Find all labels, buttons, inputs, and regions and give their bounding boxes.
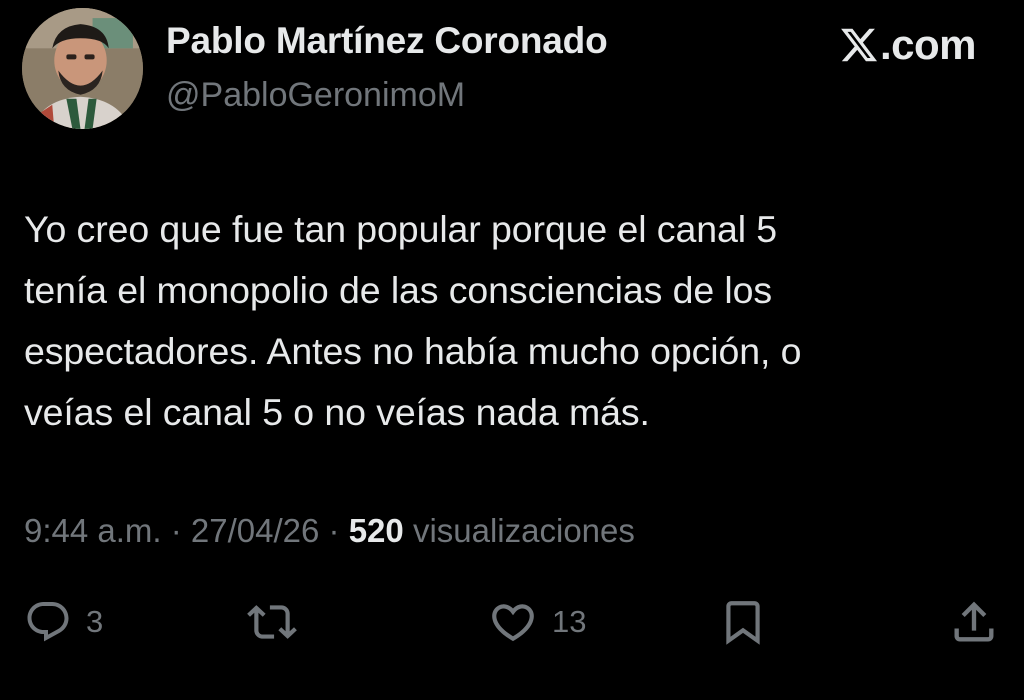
- repost-icon: [247, 605, 297, 639]
- reply-icon: [27, 602, 69, 642]
- x-logo-icon: [841, 28, 878, 62]
- meta-separator: ·: [161, 512, 191, 549]
- x-logo-label: .com: [839, 18, 977, 72]
- reply-button[interactable]: 3: [24, 596, 103, 648]
- tweet-text: Yo creo que fue tan popular porque el ca…: [24, 208, 802, 433]
- heart-icon: [492, 604, 534, 642]
- meta-separator: ·: [319, 512, 349, 549]
- repost-button[interactable]: [247, 596, 297, 648]
- action-bar: 3 13: [0, 596, 1024, 648]
- reply-count: 3: [86, 604, 104, 639]
- avatar[interactable]: [22, 8, 143, 129]
- avatar-image: [22, 8, 143, 129]
- tweet-metadata: 9:44 a.m. · 27/04/26 · 520 visualizacion…: [24, 512, 635, 550]
- display-name[interactable]: Pablo Martínez Coronado: [166, 20, 608, 62]
- like-count: 13: [552, 604, 587, 639]
- user-handle[interactable]: @PabloGeronimoM: [166, 76, 465, 115]
- share-button[interactable]: [948, 596, 1000, 648]
- tweet-time[interactable]: 9:44 a.m.: [24, 512, 162, 549]
- bookmark-icon: [726, 601, 760, 645]
- share-icon: [954, 601, 994, 642]
- like-button[interactable]: 13: [488, 596, 586, 648]
- views-label: visualizaciones: [412, 512, 635, 549]
- site-domain: .com: [879, 21, 977, 68]
- tweet-date[interactable]: 27/04/26: [191, 512, 319, 549]
- views-count: 520: [348, 512, 404, 549]
- bookmark-button[interactable]: [718, 596, 768, 648]
